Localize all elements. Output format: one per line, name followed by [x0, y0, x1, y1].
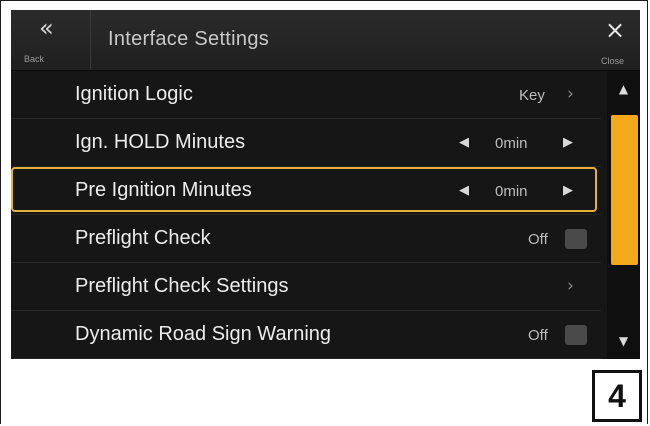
scroll-up-icon[interactable]: ▲ [607, 71, 640, 107]
setting-label: Pre Ignition Minutes [75, 179, 252, 201]
preflight-check-checkbox[interactable] [565, 229, 587, 249]
page-title: Interface Settings [108, 28, 270, 50]
setting-label: Dynamic Road Sign Warning [75, 323, 332, 345]
increase-arrow-icon[interactable]: ▶ [563, 183, 573, 198]
back-label: Back [23, 54, 44, 64]
setting-label: Ignition Logic [75, 83, 193, 105]
scrollbar[interactable]: ▲ ▼ [607, 71, 640, 359]
page-number: 4 [608, 378, 626, 414]
scroll-thumb[interactable] [611, 115, 638, 265]
setting-row-ignition-logic[interactable]: Ignition Logic Key › [11, 71, 601, 119]
setting-label: Preflight Check Settings [75, 275, 289, 297]
setting-row-ign-hold-minutes[interactable]: Ign. HOLD Minutes ◀ 0min ▶ [11, 119, 601, 167]
scroll-down-icon[interactable]: ▼ [607, 323, 640, 359]
setting-value: Off [528, 231, 548, 248]
header-bar: « Back Interface Settings × Close [11, 10, 640, 71]
close-label: Close [601, 56, 625, 66]
close-button[interactable]: × Close [581, 10, 640, 70]
increase-arrow-icon[interactable]: ▶ [563, 135, 573, 150]
decrease-arrow-icon[interactable]: ◀ [459, 183, 469, 198]
setting-row-pre-ignition-minutes[interactable]: Pre Ignition Minutes ◀ 0min ▶ [11, 167, 601, 215]
setting-value: 0min [495, 183, 528, 200]
setting-row-dynamic-road-sign-warning[interactable]: Dynamic Road Sign Warning Off [11, 311, 601, 359]
setting-value: Key [519, 87, 545, 104]
setting-row-preflight-check[interactable]: Preflight Check Off [11, 215, 601, 263]
decrease-arrow-icon[interactable]: ◀ [459, 135, 469, 150]
close-icon: × [605, 16, 626, 44]
back-icon: « [39, 14, 54, 42]
chevron-right-icon: › [567, 276, 574, 296]
setting-value: Off [528, 327, 548, 344]
page-marker: 4 [592, 370, 642, 422]
road-sign-warning-checkbox[interactable] [565, 325, 587, 345]
settings-list: Ignition Logic Key › Ign. HOLD Minutes ◀… [11, 71, 601, 359]
setting-value: 0min [495, 135, 528, 152]
setting-label: Preflight Check [75, 227, 211, 249]
settings-screen: « Back Interface Settings × Close Igniti… [11, 10, 640, 359]
setting-row-preflight-check-settings[interactable]: Preflight Check Settings › [11, 263, 601, 311]
chevron-right-icon: › [567, 84, 574, 104]
back-button[interactable]: « Back [11, 10, 91, 70]
setting-label: Ign. HOLD Minutes [75, 131, 246, 153]
